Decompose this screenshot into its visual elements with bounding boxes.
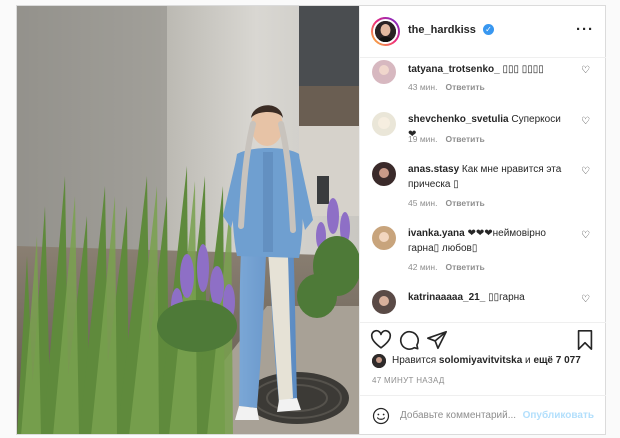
comment-username[interactable]: tatyana_trotsenko_	[408, 64, 500, 75]
likes-count[interactable]: ещё 7 077	[533, 355, 580, 366]
liker-avatar[interactable]	[372, 354, 386, 368]
post-photo[interactable]	[17, 6, 359, 434]
comment-icon[interactable]	[398, 329, 420, 351]
comment-age: 42 мин.	[408, 262, 438, 272]
likes-middle: и	[522, 355, 534, 366]
post-timestamp[interactable]: 47 МИНУТ НАЗАД	[372, 376, 445, 385]
comment-like-icon[interactable]: ♡	[581, 294, 590, 305]
commenter-avatar[interactable]	[372, 226, 396, 250]
author-avatar[interactable]	[371, 17, 400, 46]
verified-badge-icon: ✓	[483, 24, 494, 35]
comment-meta: 45 мин. Ответить	[408, 198, 485, 208]
more-options-icon[interactable]: ···	[576, 21, 594, 38]
comment-username[interactable]: ivanka.yana	[408, 228, 465, 239]
post-comment-button[interactable]: Опубликовать	[523, 410, 594, 421]
comment-age: 19 мин.	[408, 134, 438, 144]
likes-summary: Нравится solomiyavitvitska и ещё 7 077	[372, 354, 602, 370]
reply-link[interactable]: Ответить	[445, 262, 484, 272]
comment-like-icon[interactable]: ♡	[581, 65, 590, 76]
comment-like-icon[interactable]: ♡	[581, 116, 590, 127]
comment-input[interactable]	[400, 405, 540, 425]
commenter-avatar[interactable]	[372, 112, 396, 136]
post-sidebar: the_hardkiss ✓ ··· tatyana_trotsenko_ ▯▯…	[359, 6, 606, 434]
comment-meta: 43 мин. Ответить	[408, 82, 485, 92]
commenter-avatar[interactable]	[372, 60, 396, 84]
reply-link[interactable]: Ответить	[445, 198, 484, 208]
author-username[interactable]: the_hardkiss	[408, 24, 476, 36]
post-header: the_hardkiss ✓ ···	[360, 6, 606, 58]
reply-link[interactable]: Ответить	[445, 82, 484, 92]
comment-text: ▯▯▯ ▯▯▯▯	[499, 64, 544, 75]
comment-age: 45 мин.	[408, 198, 438, 208]
bookmark-icon[interactable]	[574, 329, 596, 351]
comment-age: 43 мин.	[408, 82, 438, 92]
post-dialog: the_hardkiss ✓ ··· tatyana_trotsenko_ ▯▯…	[16, 5, 606, 435]
heart-icon[interactable]	[370, 329, 392, 351]
paper-plane-icon[interactable]	[426, 329, 448, 351]
comment-username[interactable]: shevchenko_svetulia	[408, 114, 509, 125]
commenter-avatar[interactable]	[372, 162, 396, 186]
emoji-icon[interactable]	[372, 407, 390, 425]
comments-list[interactable]: tatyana_trotsenko_ ▯▯▯ ▯▯▯▯ 43 мин. Ответ…	[360, 58, 606, 322]
comment-like-icon[interactable]: ♡	[581, 230, 590, 241]
commenter-avatar[interactable]	[372, 290, 396, 314]
comment-username[interactable]: anas.stasy	[408, 164, 459, 175]
action-bar	[360, 322, 606, 352]
comment-meta: 42 мин. Ответить	[408, 262, 485, 272]
reply-link[interactable]: Ответить	[445, 134, 484, 144]
likes-prefix: Нравится	[392, 355, 439, 366]
liker-username[interactable]: solomiyavitvitska	[439, 355, 522, 366]
comment-text: ▯▯гарна	[485, 292, 525, 303]
comment-like-icon[interactable]: ♡	[581, 166, 590, 177]
comment-username[interactable]: katrinaaaaa_21_	[408, 292, 485, 303]
add-comment-bar: Опубликовать	[360, 395, 606, 434]
comment-meta: 19 мин. Ответить	[408, 134, 485, 144]
